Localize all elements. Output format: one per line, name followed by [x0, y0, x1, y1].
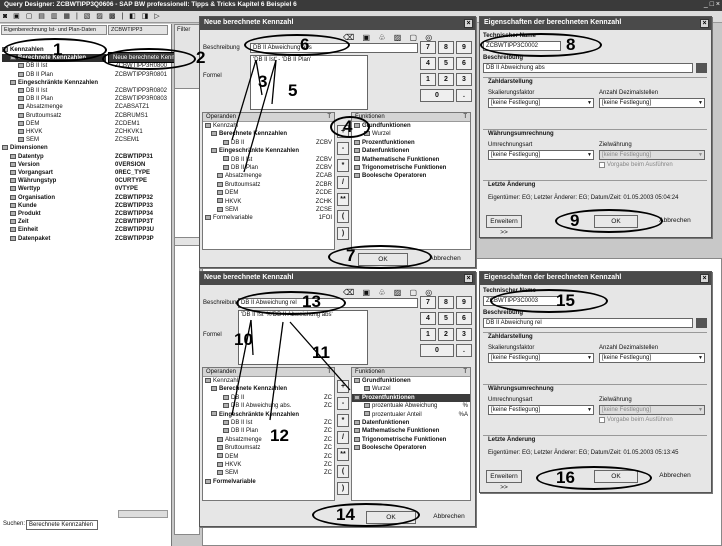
callout-oval-13 [236, 291, 346, 315]
callout-oval-15 [490, 289, 608, 313]
callout-1: 1 [53, 40, 63, 59]
callout-11: 11 [312, 343, 330, 362]
callout-oval-7 [328, 245, 432, 269]
callout-10: 10 [234, 330, 253, 349]
callout-oval-8 [480, 33, 602, 57]
callout-2: 2 [196, 48, 206, 67]
callout-15: 15 [556, 291, 575, 310]
callout-12: 12 [270, 426, 289, 445]
callout-5: 5 [288, 81, 298, 100]
callout-16: 16 [556, 468, 575, 487]
callout-13: 13 [302, 292, 321, 311]
callout-oval-6 [244, 34, 350, 56]
callout-oval-16 [536, 466, 652, 490]
callout-14: 14 [336, 505, 355, 524]
callout-3: 3 [258, 72, 268, 91]
callout-7: 7 [346, 246, 356, 265]
callout-arrows [231, 59, 351, 421]
callout-4: 4 [343, 117, 353, 136]
callout-oval-14 [312, 503, 420, 527]
callout-8: 8 [566, 35, 576, 54]
callout-6: 6 [300, 35, 310, 54]
callout-9: 9 [570, 211, 580, 230]
callout-oval-2 [102, 48, 196, 70]
